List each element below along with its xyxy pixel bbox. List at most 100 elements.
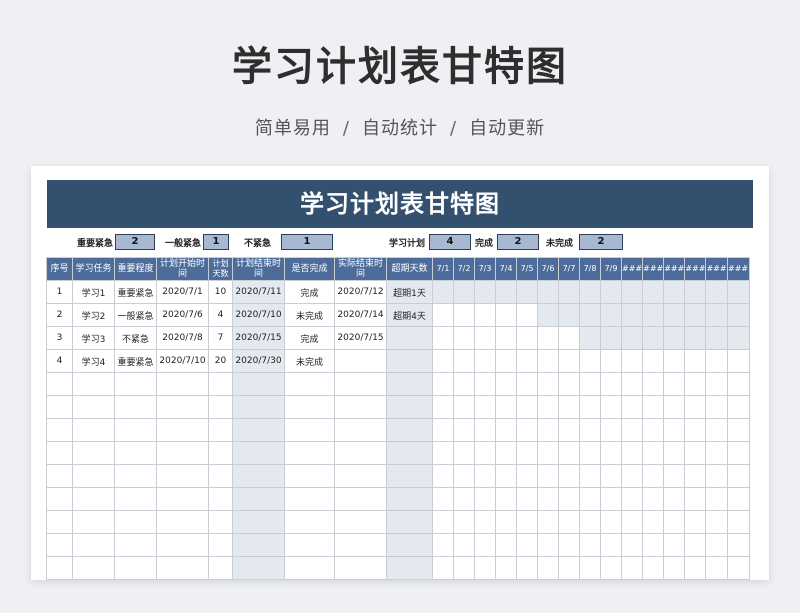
cell-end[interactable] — [232, 395, 285, 419]
gantt-cell[interactable] — [600, 441, 622, 465]
gantt-cell[interactable] — [600, 395, 622, 419]
cell-level[interactable] — [114, 487, 157, 511]
col-header-start[interactable]: 计划开始时间 — [156, 257, 209, 281]
gantt-cell[interactable] — [642, 441, 665, 465]
gantt-bar-cell[interactable] — [705, 303, 728, 327]
col-header-date[interactable]: ### — [705, 257, 728, 281]
cell-actual[interactable]: 2020/7/12 — [334, 280, 387, 304]
cell-overdue[interactable] — [386, 556, 433, 580]
cell-level[interactable] — [114, 418, 157, 442]
gantt-cell[interactable] — [705, 487, 728, 511]
gantt-cell[interactable] — [620, 418, 644, 442]
cell-task[interactable]: 学习4 — [72, 349, 115, 373]
col-header-date[interactable]: 7/6 — [537, 257, 559, 281]
cell-days[interactable] — [208, 418, 233, 442]
gantt-cell[interactable] — [642, 372, 665, 396]
gantt-cell[interactable] — [705, 349, 728, 373]
gantt-cell[interactable] — [495, 326, 517, 350]
cell-overdue[interactable] — [386, 349, 433, 373]
gantt-cell[interactable] — [558, 326, 580, 350]
gantt-cell[interactable] — [537, 418, 559, 442]
cell-start[interactable] — [156, 556, 209, 580]
stat-value-not-urgent[interactable]: 1 — [281, 234, 333, 250]
cell-end[interactable] — [232, 556, 285, 580]
cell-task[interactable] — [72, 441, 115, 465]
gantt-cell[interactable] — [620, 464, 644, 488]
cell-no[interactable] — [46, 372, 73, 396]
col-header-date[interactable]: 7/8 — [579, 257, 601, 281]
gantt-cell[interactable] — [495, 487, 517, 511]
cell-start[interactable] — [156, 487, 209, 511]
cell-start[interactable] — [156, 395, 209, 419]
gantt-bar-cell[interactable] — [620, 326, 644, 350]
gantt-cell[interactable] — [663, 372, 686, 396]
gantt-cell[interactable] — [432, 487, 454, 511]
gantt-cell[interactable] — [726, 418, 750, 442]
gantt-cell[interactable] — [558, 556, 580, 580]
cell-no[interactable]: 4 — [46, 349, 73, 373]
col-header-date[interactable]: 7/7 — [558, 257, 580, 281]
gantt-bar-cell[interactable] — [579, 280, 601, 304]
gantt-cell[interactable] — [579, 395, 601, 419]
gantt-bar-cell[interactable] — [642, 303, 665, 327]
cell-overdue[interactable] — [386, 464, 433, 488]
cell-end[interactable] — [232, 441, 285, 465]
gantt-cell[interactable] — [726, 372, 750, 396]
gantt-cell[interactable] — [600, 418, 622, 442]
col-header-date[interactable]: 7/1 — [432, 257, 454, 281]
gantt-cell[interactable] — [684, 487, 707, 511]
gantt-cell[interactable] — [684, 418, 707, 442]
gantt-cell[interactable] — [558, 372, 580, 396]
gantt-cell[interactable] — [726, 441, 750, 465]
cell-task[interactable] — [72, 487, 115, 511]
gantt-cell[interactable] — [579, 556, 601, 580]
gantt-cell[interactable] — [432, 372, 454, 396]
cell-done[interactable] — [284, 487, 335, 511]
cell-done[interactable]: 完成 — [284, 280, 335, 304]
cell-start[interactable]: 2020/7/10 — [156, 349, 209, 373]
gantt-cell[interactable] — [642, 556, 665, 580]
cell-days[interactable] — [208, 441, 233, 465]
stat-value-normal[interactable]: 1 — [203, 234, 229, 250]
cell-days[interactable]: 7 — [208, 326, 233, 350]
cell-start[interactable] — [156, 418, 209, 442]
gantt-cell[interactable] — [726, 487, 750, 511]
gantt-cell[interactable] — [663, 395, 686, 419]
gantt-cell[interactable] — [684, 441, 707, 465]
gantt-cell[interactable] — [516, 326, 538, 350]
cell-no[interactable]: 2 — [46, 303, 73, 327]
cell-level[interactable]: 不紧急 — [114, 326, 157, 350]
cell-end[interactable]: 2020/7/10 — [232, 303, 285, 327]
cell-end[interactable] — [232, 464, 285, 488]
cell-actual[interactable] — [334, 441, 387, 465]
gantt-cell[interactable] — [579, 487, 601, 511]
cell-end[interactable]: 2020/7/11 — [232, 280, 285, 304]
col-header-task[interactable]: 学习任务 — [72, 257, 115, 281]
gantt-bar-cell[interactable] — [537, 280, 559, 304]
gantt-cell[interactable] — [684, 464, 707, 488]
gantt-cell[interactable] — [620, 487, 644, 511]
gantt-cell[interactable] — [705, 533, 728, 557]
gantt-cell[interactable] — [516, 395, 538, 419]
gantt-cell[interactable] — [537, 464, 559, 488]
stat-value-undone[interactable]: 2 — [579, 234, 623, 250]
cell-level[interactable] — [114, 441, 157, 465]
gantt-cell[interactable] — [453, 349, 475, 373]
gantt-cell[interactable] — [453, 395, 475, 419]
gantt-cell[interactable] — [620, 556, 644, 580]
gantt-cell[interactable] — [705, 395, 728, 419]
gantt-cell[interactable] — [537, 556, 559, 580]
gantt-cell[interactable] — [579, 349, 601, 373]
gantt-cell[interactable] — [516, 487, 538, 511]
cell-overdue[interactable] — [386, 487, 433, 511]
gantt-cell[interactable] — [537, 349, 559, 373]
gantt-cell[interactable] — [558, 395, 580, 419]
gantt-cell[interactable] — [579, 533, 601, 557]
gantt-cell[interactable] — [620, 510, 644, 534]
gantt-bar-cell[interactable] — [620, 303, 644, 327]
gantt-cell[interactable] — [474, 326, 496, 350]
cell-days[interactable] — [208, 556, 233, 580]
cell-actual[interactable] — [334, 464, 387, 488]
gantt-cell[interactable] — [558, 349, 580, 373]
gantt-cell[interactable] — [558, 418, 580, 442]
